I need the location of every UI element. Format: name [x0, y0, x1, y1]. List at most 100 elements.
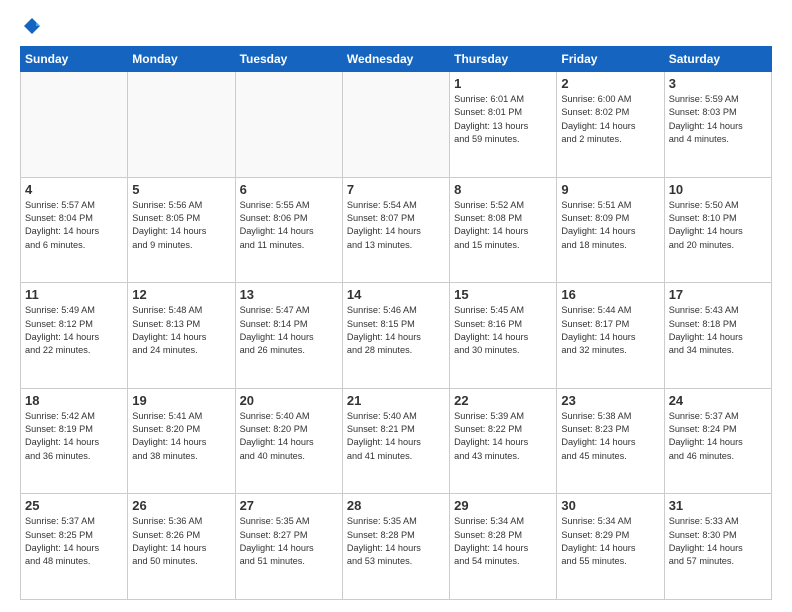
day-number: 27: [240, 498, 338, 513]
day-number: 15: [454, 287, 552, 302]
calendar-cell: 23 Sunrise: 5:38 AM Sunset: 8:23 PM Dayli…: [557, 388, 664, 494]
calendar-cell: 12 Sunrise: 5:48 AM Sunset: 8:13 PM Dayli…: [128, 283, 235, 389]
day-number: 3: [669, 76, 767, 91]
calendar-cell: 15 Sunrise: 5:45 AM Sunset: 8:16 PM Dayli…: [450, 283, 557, 389]
calendar-cell: [342, 72, 449, 178]
calendar-cell: 3 Sunrise: 5:59 AM Sunset: 8:03 PM Daylig…: [664, 72, 771, 178]
calendar-cell: 24Sunrise: 5:37 AM Sunset: 8:24 PM Dayli…: [664, 388, 771, 494]
calendar-cell: [235, 72, 342, 178]
calendar-cell: 27 Sunrise: 5:35 AM Sunset: 8:27 PM Dayli…: [235, 494, 342, 600]
day-info: Sunrise: 5:51 AM Sunset: 8:09 PM Dayligh…: [561, 199, 659, 252]
calendar-table: SundayMondayTuesdayWednesdayThursdayFrid…: [20, 46, 772, 600]
day-number: 25: [25, 498, 123, 513]
day-info: Sunrise: 5:59 AM Sunset: 8:03 PM Dayligh…: [669, 93, 767, 146]
day-info: Sunrise: 6:01 AM Sunset: 8:01 PM Dayligh…: [454, 93, 552, 146]
calendar-cell: 7Sunrise: 5:54 AM Sunset: 8:07 PM Daylig…: [342, 177, 449, 283]
day-info: Sunrise: 5:33 AM Sunset: 8:30 PM Dayligh…: [669, 515, 767, 568]
day-number: 22: [454, 393, 552, 408]
day-number: 4: [25, 182, 123, 197]
calendar-cell: 9 Sunrise: 5:51 AM Sunset: 8:09 PM Daylig…: [557, 177, 664, 283]
calendar-cell: 18 Sunrise: 5:42 AM Sunset: 8:19 PM Dayli…: [21, 388, 128, 494]
day-info: Sunrise: 5:40 AM Sunset: 8:21 PM Dayligh…: [347, 410, 445, 463]
day-number: 30: [561, 498, 659, 513]
calendar-cell: 1 Sunrise: 6:01 AM Sunset: 8:01 PM Daylig…: [450, 72, 557, 178]
day-info: Sunrise: 5:50 AM Sunset: 8:10 PM Dayligh…: [669, 199, 767, 252]
calendar-cell: 17Sunrise: 5:43 AM Sunset: 8:18 PM Dayli…: [664, 283, 771, 389]
day-info: Sunrise: 5:34 AM Sunset: 8:28 PM Dayligh…: [454, 515, 552, 568]
day-info: Sunrise: 5:40 AM Sunset: 8:20 PM Dayligh…: [240, 410, 338, 463]
day-info: Sunrise: 5:48 AM Sunset: 8:13 PM Dayligh…: [132, 304, 230, 357]
day-number: 7: [347, 182, 445, 197]
day-number: 18: [25, 393, 123, 408]
day-info: Sunrise: 5:39 AM Sunset: 8:22 PM Dayligh…: [454, 410, 552, 463]
calendar-header-thursday: Thursday: [450, 47, 557, 72]
day-info: Sunrise: 6:00 AM Sunset: 8:02 PM Dayligh…: [561, 93, 659, 146]
calendar-header-friday: Friday: [557, 47, 664, 72]
calendar-cell: 19Sunrise: 5:41 AM Sunset: 8:20 PM Dayli…: [128, 388, 235, 494]
day-number: 1: [454, 76, 552, 91]
calendar-header-wednesday: Wednesday: [342, 47, 449, 72]
day-info: Sunrise: 5:45 AM Sunset: 8:16 PM Dayligh…: [454, 304, 552, 357]
calendar-cell: 14Sunrise: 5:46 AM Sunset: 8:15 PM Dayli…: [342, 283, 449, 389]
day-info: Sunrise: 5:34 AM Sunset: 8:29 PM Dayligh…: [561, 515, 659, 568]
day-number: 28: [347, 498, 445, 513]
calendar-week-3: 18 Sunrise: 5:42 AM Sunset: 8:19 PM Dayli…: [21, 388, 772, 494]
calendar-week-2: 11 Sunrise: 5:49 AM Sunset: 8:12 PM Dayli…: [21, 283, 772, 389]
calendar-cell: [128, 72, 235, 178]
day-number: 10: [669, 182, 767, 197]
day-info: Sunrise: 5:37 AM Sunset: 8:24 PM Dayligh…: [669, 410, 767, 463]
day-number: 14: [347, 287, 445, 302]
logo-icon: [22, 16, 42, 36]
calendar-cell: 6 Sunrise: 5:55 AM Sunset: 8:06 PM Daylig…: [235, 177, 342, 283]
calendar-week-0: 1 Sunrise: 6:01 AM Sunset: 8:01 PM Daylig…: [21, 72, 772, 178]
day-info: Sunrise: 5:55 AM Sunset: 8:06 PM Dayligh…: [240, 199, 338, 252]
calendar-cell: 16 Sunrise: 5:44 AM Sunset: 8:17 PM Dayli…: [557, 283, 664, 389]
calendar-cell: 10 Sunrise: 5:50 AM Sunset: 8:10 PM Dayli…: [664, 177, 771, 283]
day-number: 13: [240, 287, 338, 302]
day-number: 11: [25, 287, 123, 302]
day-number: 31: [669, 498, 767, 513]
day-info: Sunrise: 5:35 AM Sunset: 8:27 PM Dayligh…: [240, 515, 338, 568]
calendar-week-1: 4 Sunrise: 5:57 AM Sunset: 8:04 PM Daylig…: [21, 177, 772, 283]
calendar-cell: [21, 72, 128, 178]
day-info: Sunrise: 5:52 AM Sunset: 8:08 PM Dayligh…: [454, 199, 552, 252]
day-number: 21: [347, 393, 445, 408]
page: SundayMondayTuesdayWednesdayThursdayFrid…: [0, 0, 792, 612]
calendar-cell: 25 Sunrise: 5:37 AM Sunset: 8:25 PM Dayli…: [21, 494, 128, 600]
calendar-week-4: 25 Sunrise: 5:37 AM Sunset: 8:25 PM Dayli…: [21, 494, 772, 600]
day-number: 9: [561, 182, 659, 197]
calendar-cell: 28 Sunrise: 5:35 AM Sunset: 8:28 PM Dayli…: [342, 494, 449, 600]
day-info: Sunrise: 5:38 AM Sunset: 8:23 PM Dayligh…: [561, 410, 659, 463]
calendar-cell: 13Sunrise: 5:47 AM Sunset: 8:14 PM Dayli…: [235, 283, 342, 389]
day-info: Sunrise: 5:42 AM Sunset: 8:19 PM Dayligh…: [25, 410, 123, 463]
calendar-header-tuesday: Tuesday: [235, 47, 342, 72]
day-info: Sunrise: 5:35 AM Sunset: 8:28 PM Dayligh…: [347, 515, 445, 568]
day-number: 6: [240, 182, 338, 197]
calendar-header-saturday: Saturday: [664, 47, 771, 72]
day-number: 20: [240, 393, 338, 408]
day-number: 16: [561, 287, 659, 302]
day-info: Sunrise: 5:49 AM Sunset: 8:12 PM Dayligh…: [25, 304, 123, 357]
calendar-header-row: SundayMondayTuesdayWednesdayThursdayFrid…: [21, 47, 772, 72]
calendar-header-sunday: Sunday: [21, 47, 128, 72]
calendar-cell: 21 Sunrise: 5:40 AM Sunset: 8:21 PM Dayli…: [342, 388, 449, 494]
calendar-cell: 8 Sunrise: 5:52 AM Sunset: 8:08 PM Daylig…: [450, 177, 557, 283]
day-number: 12: [132, 287, 230, 302]
day-number: 23: [561, 393, 659, 408]
day-number: 29: [454, 498, 552, 513]
day-info: Sunrise: 5:37 AM Sunset: 8:25 PM Dayligh…: [25, 515, 123, 568]
calendar-cell: 2 Sunrise: 6:00 AM Sunset: 8:02 PM Daylig…: [557, 72, 664, 178]
day-number: 2: [561, 76, 659, 91]
day-info: Sunrise: 5:44 AM Sunset: 8:17 PM Dayligh…: [561, 304, 659, 357]
calendar-cell: 26 Sunrise: 5:36 AM Sunset: 8:26 PM Dayli…: [128, 494, 235, 600]
day-info: Sunrise: 5:41 AM Sunset: 8:20 PM Dayligh…: [132, 410, 230, 463]
calendar-cell: 5Sunrise: 5:56 AM Sunset: 8:05 PM Daylig…: [128, 177, 235, 283]
day-number: 8: [454, 182, 552, 197]
calendar-cell: 29 Sunrise: 5:34 AM Sunset: 8:28 PM Dayli…: [450, 494, 557, 600]
calendar-cell: 11 Sunrise: 5:49 AM Sunset: 8:12 PM Dayli…: [21, 283, 128, 389]
day-info: Sunrise: 5:57 AM Sunset: 8:04 PM Dayligh…: [25, 199, 123, 252]
day-info: Sunrise: 5:36 AM Sunset: 8:26 PM Dayligh…: [132, 515, 230, 568]
day-number: 5: [132, 182, 230, 197]
day-number: 26: [132, 498, 230, 513]
day-number: 17: [669, 287, 767, 302]
